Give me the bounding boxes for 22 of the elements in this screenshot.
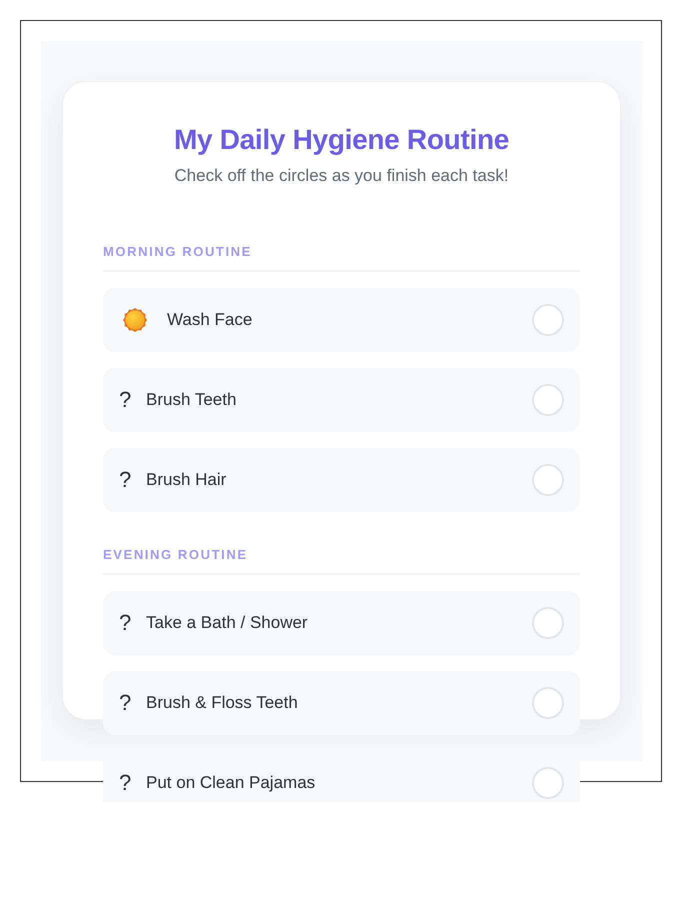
check-circle[interactable] [532,687,564,719]
check-circle[interactable] [532,464,564,496]
task-label: Wash Face [167,310,254,330]
section-heading: EVENING ROUTINE [103,547,580,575]
page-title: My Daily Hygiene Routine [172,123,510,157]
check-circle[interactable] [532,607,564,639]
check-circle[interactable] [532,304,564,336]
task-glyph: ? [119,388,132,412]
page-subtitle: Check off the circles as you finish each task! [173,166,510,186]
task-glyph: ? [119,771,132,795]
task-label: Brush & Floss Teeth [146,693,299,713]
check-circle[interactable] [532,767,564,799]
task-glyph: ? [119,468,132,492]
task-label: Take a Bath / Shower [146,613,309,633]
task-glyph: ? [119,611,132,635]
section-heading: MORNING ROUTINE [103,244,580,272]
sun-icon [123,308,147,332]
check-circle[interactable] [532,384,564,416]
task-label: Put on Clean Pajamas [146,773,316,793]
task-label: Brush Teeth [146,390,238,410]
task-label: Brush Hair [146,470,228,490]
task-glyph: ? [119,691,132,715]
